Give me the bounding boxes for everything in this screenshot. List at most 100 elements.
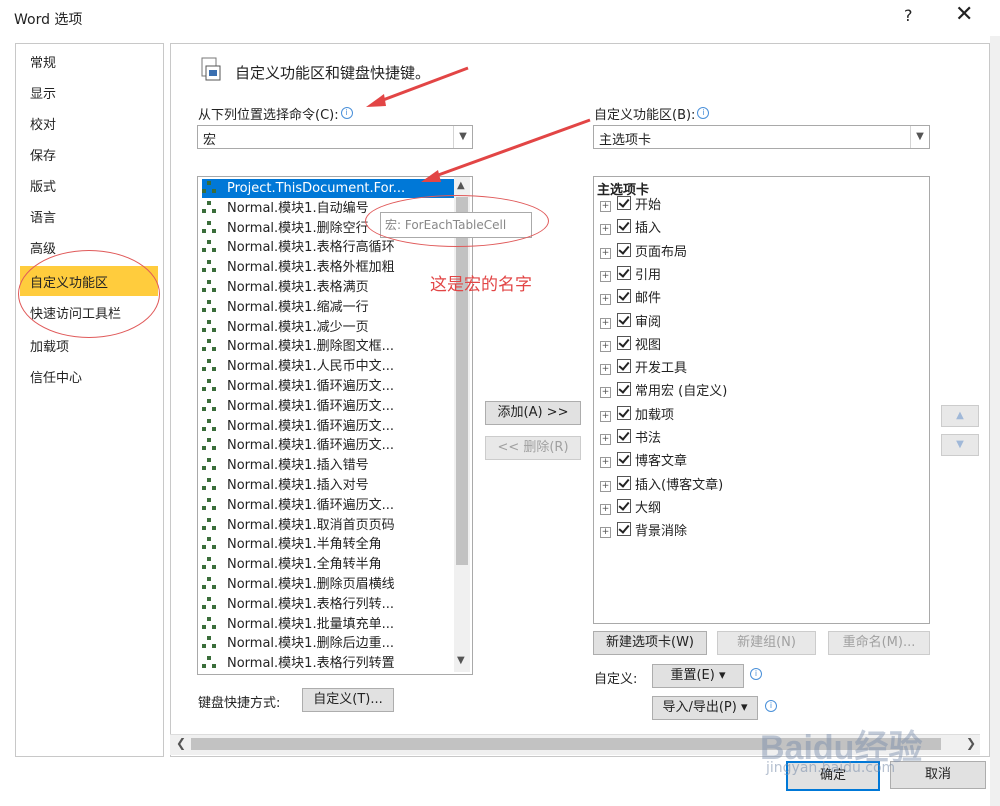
checkbox[interactable] bbox=[617, 475, 631, 490]
expand-icon[interactable]: + bbox=[600, 340, 611, 352]
expand-icon[interactable]: + bbox=[600, 247, 611, 259]
nav-item-layout[interactable]: 版式 bbox=[30, 176, 56, 195]
command-list-item[interactable]: Normal.模块1.删除后边重... bbox=[202, 634, 454, 653]
expand-icon[interactable]: + bbox=[600, 410, 611, 422]
expand-icon[interactable]: + bbox=[600, 503, 611, 515]
new-group-button[interactable]: 新建组(N) bbox=[717, 631, 816, 655]
ribbon-tab-item[interactable]: + 开发工具 bbox=[600, 359, 687, 379]
ribbon-tab-item[interactable]: + 邮件 bbox=[600, 289, 661, 309]
help-button[interactable]: ? bbox=[904, 6, 913, 25]
command-list-item[interactable]: Normal.模块1.循环遍历文... bbox=[202, 397, 454, 416]
expand-icon[interactable]: + bbox=[600, 364, 611, 376]
command-list-item[interactable]: Normal.模块1.删除页眉横线 bbox=[202, 575, 454, 594]
checkbox[interactable] bbox=[617, 289, 631, 304]
checkbox[interactable] bbox=[617, 359, 631, 374]
customize-shortcuts-button[interactable]: 自定义(T)... bbox=[302, 688, 394, 712]
checkbox[interactable] bbox=[617, 429, 631, 443]
command-list-item[interactable]: Normal.模块1.插入对号 bbox=[202, 476, 454, 495]
expand-icon[interactable]: + bbox=[600, 527, 611, 539]
expand-icon[interactable]: + bbox=[600, 224, 611, 236]
chevron-down-icon[interactable]: ▼ bbox=[453, 126, 472, 148]
command-list-item[interactable]: Project.ThisDocument.For... bbox=[202, 179, 454, 198]
choose-commands-combo[interactable]: 宏 ▼ bbox=[197, 125, 473, 149]
remove-button[interactable]: << 删除(R) bbox=[485, 436, 581, 460]
nav-item-save[interactable]: 保存 bbox=[30, 145, 56, 164]
ribbon-tab-item[interactable]: + 视图 bbox=[600, 335, 661, 356]
ribbon-tabs-tree[interactable]: 主选项卡 + 开始 + 插入 + 页面布局 + 引用 + 邮件 + 审阅 + 视图 + 开发工具 + 常用宏 (自… bbox=[593, 176, 930, 624]
command-list-item[interactable]: Normal.模块1.批量填充单... bbox=[202, 615, 454, 634]
nav-item-display[interactable]: 显示 bbox=[30, 83, 56, 102]
checkbox[interactable] bbox=[617, 312, 631, 327]
command-list-item[interactable]: Normal.模块1.循环遍历文... bbox=[202, 436, 454, 455]
ribbon-tab-item[interactable]: + 书法 bbox=[600, 429, 661, 449]
reset-button[interactable]: 重置(E) ▾ bbox=[652, 664, 744, 688]
nav-item-language[interactable]: 语言 bbox=[30, 207, 56, 226]
nav-item-proofing[interactable]: 校对 bbox=[30, 114, 56, 133]
ribbon-tab-item[interactable]: + 插入(博客文章) bbox=[600, 475, 723, 496]
ribbon-tab-item[interactable]: + 博客文章 bbox=[600, 452, 687, 472]
import-export-button[interactable]: 导入/导出(P) ▾ bbox=[652, 696, 758, 720]
ribbon-tab-item[interactable]: + 背景消除 bbox=[600, 522, 687, 542]
expand-icon[interactable]: + bbox=[600, 294, 611, 306]
command-list-item[interactable]: Normal.模块1.循环遍历文... bbox=[202, 496, 454, 515]
command-list-item[interactable]: Normal.模块1.取消首页页码 bbox=[202, 516, 454, 535]
ribbon-tab-item[interactable]: + 加载项 bbox=[600, 405, 674, 426]
add-button[interactable]: 添加(A) >> bbox=[485, 401, 581, 425]
checkbox[interactable] bbox=[617, 405, 631, 420]
command-list-item[interactable]: Normal.模块1.表格满页 bbox=[202, 278, 454, 297]
command-label: Normal.模块1.自动编号 bbox=[227, 200, 369, 216]
customize-ribbon-combo[interactable]: 主选项卡 ▼ bbox=[593, 125, 930, 149]
expand-icon[interactable]: + bbox=[600, 434, 611, 445]
ribbon-tab-item[interactable]: + 常用宏 (自定义) bbox=[600, 382, 727, 402]
commands-scrollbar[interactable]: ▲ ▼ bbox=[454, 177, 470, 672]
command-list-item[interactable]: Normal.模块1.表格行列转置 bbox=[202, 654, 454, 673]
command-list-item[interactable]: Normal.模块1.表格行列转... bbox=[202, 595, 454, 614]
command-list-item[interactable]: Normal.模块1.循环遍历文... bbox=[202, 417, 454, 436]
expand-icon[interactable]: + bbox=[600, 201, 611, 212]
checkbox[interactable] bbox=[617, 335, 631, 350]
command-list-item[interactable]: Normal.模块1.人民币中文... bbox=[202, 357, 454, 376]
command-label: Normal.模块1.删除后边重... bbox=[227, 636, 394, 652]
checkbox[interactable] bbox=[617, 265, 631, 280]
nav-item-general[interactable]: 常规 bbox=[30, 52, 56, 71]
rename-button[interactable]: 重命名(M)... bbox=[828, 631, 930, 655]
ribbon-tab-item[interactable]: + 开始 bbox=[600, 196, 661, 216]
expand-icon[interactable]: + bbox=[600, 457, 611, 469]
nav-item-advanced[interactable]: 高级 bbox=[30, 238, 56, 257]
checkbox[interactable] bbox=[617, 498, 631, 513]
command-list-item[interactable]: Normal.模块1.删除图文框... bbox=[202, 337, 454, 356]
checkbox[interactable] bbox=[617, 242, 631, 257]
chevron-down-icon[interactable]: ▼ bbox=[910, 126, 929, 148]
ribbon-tab-item[interactable]: + 审阅 bbox=[600, 312, 661, 333]
checkbox[interactable] bbox=[617, 452, 631, 467]
nav-item-trust-center[interactable]: 信任中心 bbox=[30, 367, 82, 386]
ribbon-tab-item[interactable]: + 插入 bbox=[600, 219, 661, 239]
ribbon-tab-item[interactable]: + 引用 bbox=[600, 265, 661, 286]
command-list-item[interactable]: Normal.模块1.循环遍历文... bbox=[202, 377, 454, 396]
command-list-item[interactable]: Normal.模块1.插入错号 bbox=[202, 456, 454, 475]
scroll-thumb[interactable] bbox=[456, 197, 468, 565]
expand-icon[interactable]: + bbox=[600, 387, 611, 399]
expand-icon[interactable]: + bbox=[600, 270, 611, 282]
command-list-item[interactable]: Normal.模块1.表格外框加粗 bbox=[202, 258, 454, 277]
checkbox[interactable] bbox=[617, 522, 631, 537]
command-list-item[interactable]: Normal.模块1.减少一页 bbox=[202, 318, 454, 337]
scroll-left-icon[interactable]: ❮ bbox=[176, 736, 186, 750]
ribbon-tab-item[interactable]: + 页面布局 bbox=[600, 242, 687, 263]
expand-icon[interactable]: + bbox=[600, 480, 611, 492]
close-button[interactable]: ✕ bbox=[955, 2, 973, 27]
new-tab-button[interactable]: 新建选项卡(W) bbox=[593, 631, 707, 655]
checkbox[interactable] bbox=[617, 219, 631, 234]
scroll-right-icon[interactable]: ❯ bbox=[966, 736, 976, 750]
checkbox[interactable] bbox=[617, 382, 631, 397]
expand-icon[interactable]: + bbox=[600, 317, 611, 329]
command-list-item[interactable]: Normal.模块1.半角转全角 bbox=[202, 535, 454, 554]
move-up-icon[interactable]: ▲ bbox=[941, 405, 979, 427]
move-down-icon[interactable]: ▼ bbox=[941, 434, 979, 456]
command-list-item[interactable]: Normal.模块1.全角转半角 bbox=[202, 555, 454, 574]
nav-item-addins[interactable]: 加载项 bbox=[30, 336, 69, 355]
command-list-item[interactable]: Normal.模块1.缩减一行 bbox=[202, 298, 454, 317]
checkbox[interactable] bbox=[617, 196, 631, 210]
ribbon-tab-item[interactable]: + 大纲 bbox=[600, 498, 661, 519]
commands-list[interactable]: Normal.模块1.表格行列转置 Normal.模块1.删除后边重... Norm… bbox=[197, 176, 473, 675]
